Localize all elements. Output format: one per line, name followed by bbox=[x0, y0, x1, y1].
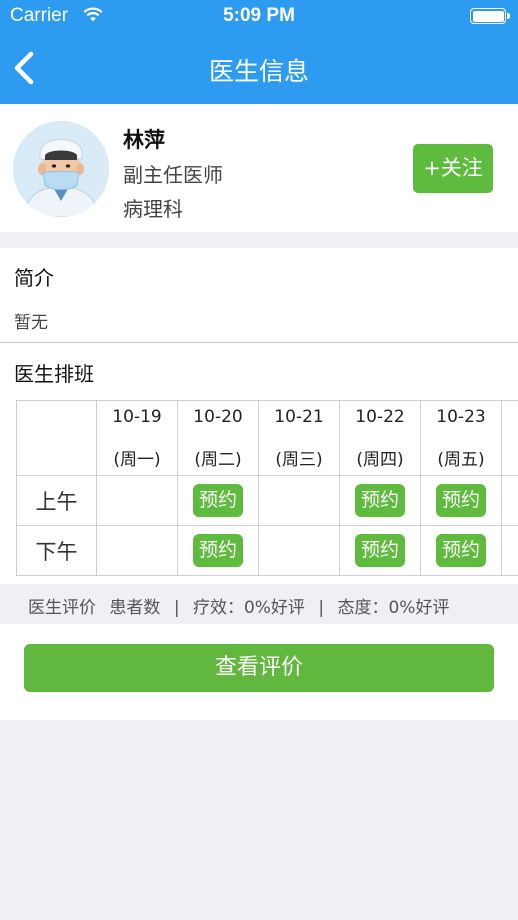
schedule-column-header: 10-19 (周一) bbox=[96, 400, 178, 476]
period-label-afternoon: 下午 bbox=[35, 539, 78, 564]
separator: | bbox=[318, 598, 325, 618]
view-reviews-button[interactable]: 查看评价 bbox=[24, 644, 494, 692]
book-button[interactable]: 预约 bbox=[193, 534, 243, 567]
nav-header: Carrier 5:09 PM 医生信息 bbox=[0, 0, 518, 104]
intro-text: 暂无 bbox=[14, 313, 48, 333]
schedule-column-header: 10-23 (周五) bbox=[420, 400, 502, 476]
book-button[interactable]: 预约 bbox=[355, 484, 405, 517]
efficacy-rating: 疗效：0%好评 bbox=[192, 598, 305, 618]
status-bar: Carrier 5:09 PM bbox=[0, 0, 518, 34]
battery-icon bbox=[470, 8, 506, 24]
schedule-column-header: 10-22 (周四) bbox=[339, 400, 421, 476]
doctor-title: 副主任医师 bbox=[123, 163, 223, 187]
book-button[interactable]: 预约 bbox=[193, 484, 243, 517]
schedule-slot: 预约 bbox=[177, 475, 259, 526]
schedule-slot-empty bbox=[96, 475, 178, 526]
book-button[interactable]: 预约 bbox=[436, 534, 486, 567]
schedule-slot-empty bbox=[258, 475, 340, 526]
schedule-column-header-overflow bbox=[501, 400, 518, 476]
patient-count-label: 患者数 bbox=[109, 598, 161, 618]
schedule-slot: 预约 bbox=[420, 475, 502, 526]
clock: 5:09 PM bbox=[223, 5, 295, 26]
rating-label: 医生评价 bbox=[28, 598, 96, 618]
page-title: 医生信息 bbox=[208, 57, 309, 86]
schedule-column-header: 10-21 (周三) bbox=[258, 400, 340, 476]
schedule-table-scroll[interactable]: 10-19 (周一) 10-20 (周二) 10-21 (周三) 10-22 (周四) … bbox=[16, 400, 518, 576]
schedule-heading: 医生排班 bbox=[14, 362, 94, 386]
schedule-column-header: 10-20 (周二) bbox=[177, 400, 259, 476]
attitude-rating: 态度：0%好评 bbox=[337, 598, 450, 618]
schedule-slot-overflow bbox=[501, 525, 518, 576]
period-label-morning: 上午 bbox=[35, 489, 78, 514]
schedule-slot: 预约 bbox=[177, 525, 259, 576]
doctor-details: 简介 暂无 医生排班 10-19 (周一) 10-20 (周二) 10-21 (周三)… bbox=[0, 248, 518, 720]
schedule-slot-overflow bbox=[501, 475, 518, 526]
intro-heading: 简介 bbox=[14, 266, 54, 290]
schedule-slot: 预约 bbox=[339, 525, 421, 576]
schedule-slot-empty bbox=[96, 525, 178, 576]
doctor-avatar-icon bbox=[13, 121, 109, 217]
schedule-slot: 预约 bbox=[420, 525, 502, 576]
book-button[interactable]: 预约 bbox=[436, 484, 486, 517]
rating-summary: 医生评价 患者数 | 疗效：0%好评 | 态度：0%好评 bbox=[0, 584, 518, 624]
separator: | bbox=[173, 598, 180, 618]
doctor-name: 林萍 bbox=[123, 128, 165, 152]
schedule-slot-empty bbox=[258, 525, 340, 576]
schedule-slot: 预约 bbox=[339, 475, 421, 526]
book-button[interactable]: 预约 bbox=[355, 534, 405, 567]
schedule-corner-cell bbox=[16, 400, 97, 476]
divider bbox=[0, 342, 518, 343]
battery-tip bbox=[507, 13, 510, 19]
schedule-period-cell: 下午 bbox=[16, 525, 97, 576]
doctor-department: 病理科 bbox=[123, 197, 183, 221]
schedule-table: 10-19 (周一) 10-20 (周二) 10-21 (周三) 10-22 (周四) … bbox=[16, 400, 518, 576]
doctor-card: 林萍 副主任医师 病理科 +关注 bbox=[0, 104, 518, 232]
schedule-period-cell: 上午 bbox=[16, 475, 97, 526]
follow-button[interactable]: +关注 bbox=[413, 144, 493, 193]
